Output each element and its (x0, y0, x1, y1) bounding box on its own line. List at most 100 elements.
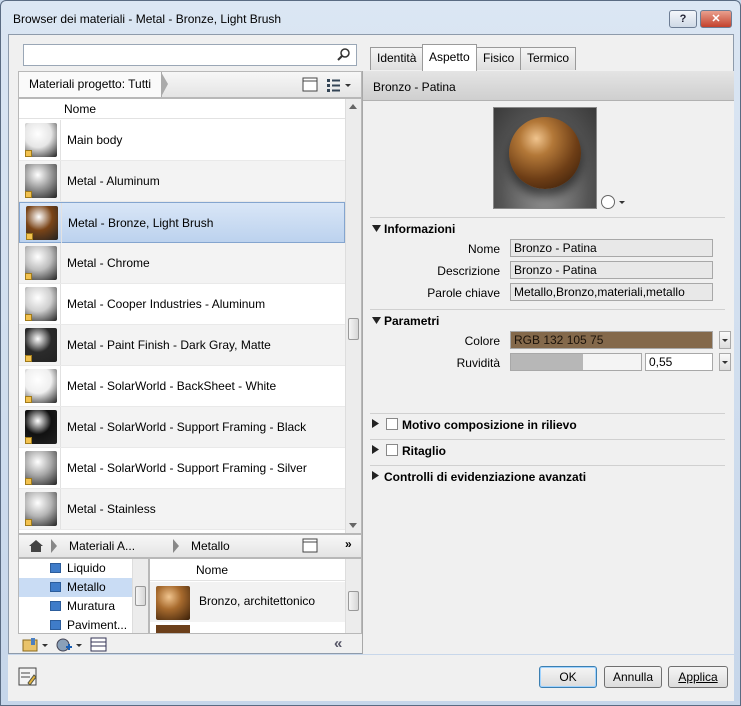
appearance-panel: Bronzo - Patina Informazioni Nome Bronzo… (362, 71, 734, 654)
dialog-client: Materiali progetto: Tutti Nome Main body… (8, 34, 734, 654)
section-params-label: Parametri (384, 314, 440, 328)
collapse-button[interactable]: « (334, 635, 342, 652)
tree-item-label: Liquido (67, 561, 106, 575)
material-editor-toggle-icon[interactable] (18, 667, 38, 687)
list-scrollbar[interactable] (345, 99, 361, 533)
description-field[interactable]: Bronzo - Patina (510, 261, 713, 279)
relief-checkbox[interactable] (386, 418, 398, 430)
color-field[interactable]: RGB 132 105 75 (510, 331, 713, 349)
library-scrollbar[interactable] (345, 559, 361, 633)
library-name-column-header[interactable]: Nome (196, 563, 228, 577)
tab-identity[interactable]: Identità (370, 47, 424, 70)
nav-segment-metal[interactable]: Metallo (183, 535, 230, 557)
library-item[interactable]: Bronzo, architettonico (150, 582, 346, 622)
category-icon (50, 620, 61, 630)
material-row[interactable]: Main body (19, 120, 345, 161)
collapsed-icon[interactable] (372, 445, 379, 454)
material-row[interactable]: Metal - SolarWorld - Support Framing - B… (19, 407, 345, 448)
tree-item[interactable]: Liquido (19, 559, 133, 578)
roughness-dropdown[interactable] (719, 353, 731, 371)
roughness-slider[interactable] (510, 353, 642, 371)
category-icon (50, 582, 61, 592)
section-relief-label: Motivo composizione in rilievo (402, 418, 577, 432)
search-icon[interactable] (336, 47, 352, 63)
material-label: Metal - Stainless (67, 502, 156, 516)
expand-icon[interactable] (372, 317, 381, 324)
material-thumbnail-cell (19, 243, 61, 283)
collapsed-icon[interactable] (372, 419, 379, 428)
collapsed-icon[interactable] (372, 471, 379, 480)
section-cutout[interactable]: Ritaglio (370, 439, 725, 459)
preview-dropdown-arrow[interactable] (619, 201, 625, 204)
nav-separator-icon (51, 539, 57, 553)
apply-button[interactable]: Applica (668, 666, 728, 688)
tree-item[interactable]: Paviment... (19, 616, 133, 633)
library-panel-icon[interactable] (301, 538, 319, 554)
section-info[interactable]: Informazioni (370, 217, 725, 237)
material-row[interactable]: Metal - Aluminum (19, 161, 345, 202)
material-preview[interactable] (493, 107, 597, 209)
cancel-button[interactable]: Annulla (604, 666, 662, 688)
nav-more-button[interactable]: » (345, 537, 352, 551)
scroll-thumb[interactable] (348, 318, 359, 340)
tree-scroll-thumb[interactable] (135, 586, 146, 606)
library-materials-list: Nome Bronzo, architettonico (149, 558, 362, 634)
name-column-header[interactable]: Nome (64, 102, 96, 116)
search-input[interactable] (26, 46, 326, 64)
expand-icon[interactable] (372, 225, 381, 232)
tab-thermal[interactable]: Termico (520, 47, 577, 70)
panel-toggle-icon[interactable] (301, 77, 319, 93)
edit-badge-icon (25, 191, 32, 198)
library-item-label: Bronzo, architettonico (199, 594, 316, 608)
keywords-field[interactable]: Metallo,Bronzo,materiali,metallo (510, 283, 713, 301)
name-label: Nome (467, 242, 500, 256)
help-button[interactable]: ? (669, 10, 697, 28)
material-row[interactable]: Metal - Chrome (19, 243, 345, 284)
material-row[interactable]: Metal - SolarWorld - Support Framing - S… (19, 448, 345, 489)
material-row[interactable]: Metal - Cooper Industries - Aluminum (19, 284, 345, 325)
color-row: Colore RGB 132 105 75 (370, 331, 731, 351)
material-row[interactable]: Metal - Paint Finish - Dark Gray, Matte (19, 325, 345, 366)
create-material-icon[interactable] (56, 637, 84, 653)
tree-scrollbar[interactable] (132, 559, 148, 633)
project-filter-dropdown[interactable]: Materiali progetto: Tutti (19, 72, 169, 97)
ok-button[interactable]: OK (539, 666, 597, 688)
tree-item[interactable]: Metallo (19, 578, 133, 597)
section-params[interactable]: Parametri (370, 309, 725, 329)
section-advanced[interactable]: Controlli di evidenziazione avanzati (370, 465, 725, 485)
scroll-up-arrow[interactable] (349, 104, 357, 109)
material-editor-icon[interactable] (90, 637, 108, 653)
roughness-value[interactable]: 0,55 (645, 353, 713, 371)
nav-segment-library[interactable]: Materiali A... (61, 535, 135, 557)
close-button[interactable]: ✕ (700, 10, 732, 28)
tab-appearance[interactable]: Aspetto (422, 44, 477, 71)
title-bar[interactable]: Browser dei materiali - Metal - Bronze, … (1, 1, 740, 35)
search-box (23, 44, 357, 66)
material-row[interactable]: Metal - SolarWorld - BackSheet - White (19, 366, 345, 407)
material-thumbnail-cell (19, 448, 61, 488)
material-thumbnail-cell (20, 203, 62, 243)
preview-options-icon[interactable] (601, 195, 615, 209)
name-field[interactable]: Bronzo - Patina (510, 239, 713, 257)
tree-item-label: Metallo (67, 580, 106, 594)
material-label: Main body (67, 133, 123, 147)
home-icon[interactable] (27, 539, 45, 553)
section-relief[interactable]: Motivo composizione in rilievo (370, 413, 725, 433)
material-thumbnail-cell (19, 120, 61, 160)
keywords-row: Parole chiave Metallo,Bronzo,materiali,m… (370, 283, 725, 303)
scroll-down-arrow[interactable] (349, 523, 357, 528)
asset-name: Bronzo - Patina (373, 80, 456, 94)
library-manage-icon[interactable] (22, 637, 50, 653)
tree-item[interactable]: Muratura (19, 597, 133, 616)
section-info-label: Informazioni (384, 222, 456, 236)
tab-physical[interactable]: Fisico (476, 47, 522, 70)
category-tree: Liquido Metallo Muratura Paviment... (18, 558, 149, 634)
color-dropdown[interactable] (719, 331, 731, 349)
material-row[interactable]: Metal - Stainless (19, 489, 345, 530)
material-row[interactable]: Metal - Bronze, Light Brush (19, 202, 345, 243)
view-options-icon[interactable] (325, 77, 355, 93)
cutout-checkbox[interactable] (386, 444, 398, 456)
project-materials-list: Nome Main body Metal - Aluminum Metal - Br… (18, 98, 362, 534)
library-scroll-thumb[interactable] (348, 591, 359, 611)
asset-header: Bronzo - Patina (363, 71, 734, 101)
